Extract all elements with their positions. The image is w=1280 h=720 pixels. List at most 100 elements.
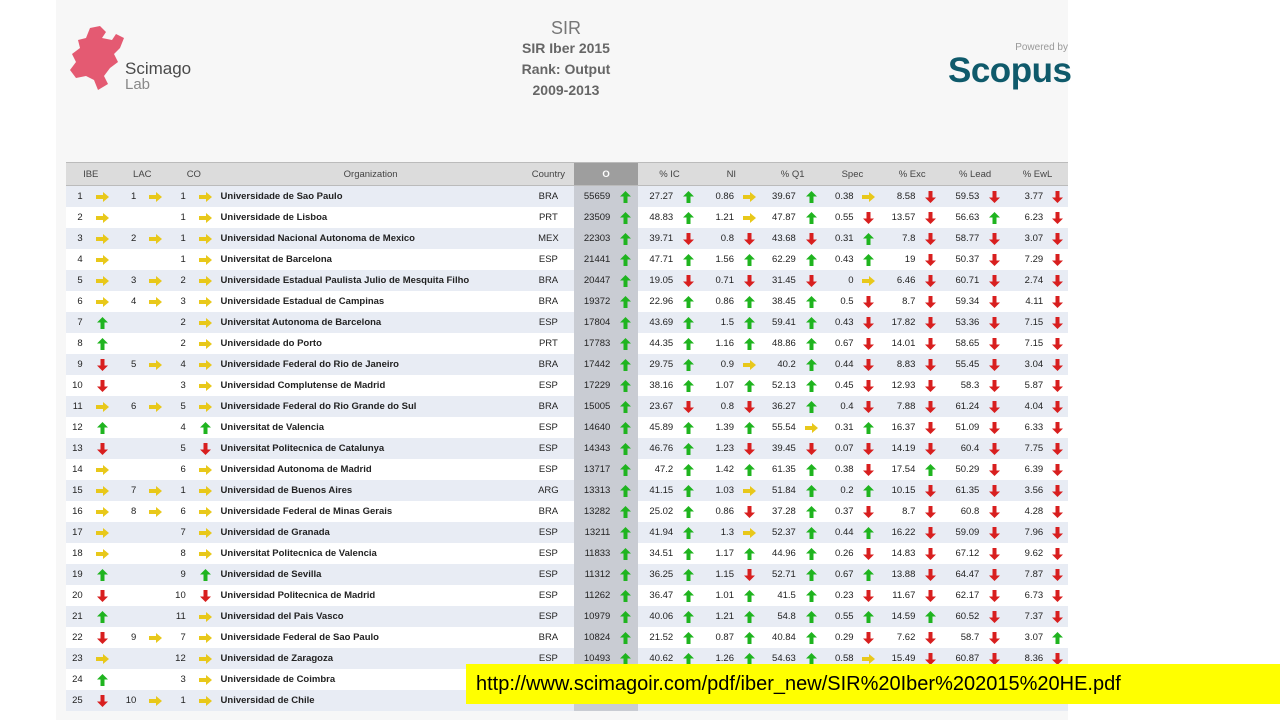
rank-co: 1 [169,480,192,501]
organization-name[interactable]: Universitat de Valencia [218,417,523,438]
organization-name[interactable]: Universidade Federal de Sao Paulo [218,627,523,648]
value-lead: 60.8 [943,501,983,522]
source-url-banner[interactable]: http://www.scimagoir.com/pdf/iber_new/SI… [466,664,1280,704]
value-ni: 0.8 [700,228,737,249]
table-row[interactable]: 20 10 Universidad Politecnica de Madrid ESP… [66,585,1068,606]
organization-name[interactable]: Universidade do Porto [218,333,523,354]
down-arrow-icon [982,543,1008,564]
table-row[interactable]: 9 5 4 Universidade Federal do Rio de Janeir… [66,354,1068,375]
down-arrow-icon [918,396,944,417]
organization-name[interactable]: Universidade Federal do Rio de Janeiro [218,354,523,375]
same-arrow-icon [142,480,170,501]
col-ic[interactable]: % IC [638,162,701,186]
table-row[interactable]: 7 2 Universitat Autonoma de Barcelona ESP 17… [66,312,1068,333]
organization-name[interactable]: Universidade Federal de Minas Gerais [218,501,523,522]
table-row[interactable]: 18 8 Universitat Politecnica de Valencia ES… [66,543,1068,564]
value-spec: 0.38 [823,185,857,207]
col-organization[interactable]: Organization [218,162,523,186]
table-row[interactable]: 4 1 Universitat de Barcelona ESP 21441 47.71 1… [66,249,1068,270]
organization-name[interactable]: Universidad Autonoma de Madrid [218,459,523,480]
value-spec: 0.07 [823,438,857,459]
table-row[interactable]: 19 9 Universidad de Sevilla ESP 11312 36.25 1.… [66,564,1068,585]
value-q1: 51.84 [761,480,799,501]
value-ewl: 6.33 [1007,417,1047,438]
value-o: 55659 [574,185,614,207]
organization-name[interactable]: Universidade Estadual de Campinas [218,291,523,312]
table-row[interactable]: 10 3 Universidad Complutense de Madrid ESP 1… [66,375,1068,396]
table-row[interactable]: 21 11 Universidad del Pais Vasco ESP 10979 40… [66,606,1068,627]
organization-name[interactable]: Universitat Politecnica de Valencia [218,543,523,564]
up-arrow-icon [798,396,824,417]
table-row[interactable]: 16 8 6 Universidade Federal de Minas Gerais… [66,501,1068,522]
up-arrow-icon [191,417,219,438]
up-arrow-icon [676,249,701,270]
table-row[interactable]: 2 1 Universidade de Lisboa PRT 23509 48.83 1.2… [66,207,1068,228]
empty-cell [142,606,170,627]
value-ni: 1.42 [700,459,737,480]
organization-name[interactable]: Universitat Politecnica de Catalunya [218,438,523,459]
up-arrow-icon [798,585,824,606]
rank-lac: 10 [115,690,143,711]
col-lead[interactable]: % Lead [943,162,1008,186]
up-arrow-icon [613,522,639,543]
organization-name[interactable]: Universidad de Buenos Aires [218,480,523,501]
value-lead: 60.4 [943,438,983,459]
col-country[interactable]: Country [522,162,575,186]
up-arrow-icon [736,333,762,354]
organization-name[interactable]: Universitat Autonoma de Barcelona [218,312,523,333]
table-row[interactable]: 6 4 3 Universidade Estadual de Campinas BRA 1… [66,291,1068,312]
value-ic: 40.06 [638,606,677,627]
organization-name[interactable]: Universidade Estadual Paulista Julio de … [218,270,523,291]
table-row[interactable]: 14 6 Universidad Autonoma de Madrid ESP 1371… [66,459,1068,480]
value-q1: 55.54 [761,417,799,438]
value-exc: 17.54 [881,459,919,480]
organization-name[interactable]: Universidad Complutense de Madrid [218,375,523,396]
table-row[interactable]: 15 7 1 Universidad de Buenos Aires ARG 13313 4… [66,480,1068,501]
value-ic: 36.25 [638,564,677,585]
down-arrow-icon [1046,291,1068,312]
value-ni: 1.17 [700,543,737,564]
col-ewl[interactable]: % EwL [1007,162,1068,186]
down-arrow-icon [918,543,944,564]
organization-name[interactable]: Universidad Politecnica de Madrid [218,585,523,606]
organization-name[interactable]: Universidad de Granada [218,522,523,543]
organization-name[interactable]: Universidad Nacional Autonoma de Mexico [218,228,523,249]
organization-name[interactable]: Universitat de Barcelona [218,249,523,270]
col-exc[interactable]: % Exc [881,162,944,186]
col-co[interactable]: CO [169,162,219,186]
table-row[interactable]: 11 6 5 Universidade Federal do Rio Grande d… [66,396,1068,417]
table-row[interactable]: 3 2 1 Universidad Nacional Autonoma de Mexi… [66,228,1068,249]
down-arrow-icon [856,585,882,606]
col-ibe[interactable]: IBE [66,162,116,186]
value-spec: 0.2 [823,480,857,501]
table-row[interactable]: 12 4 Universitat de Valencia ESP 14640 45.89 1… [66,417,1068,438]
table-row[interactable]: 17 7 Universidad de Granada ESP 13211 41.94 1.… [66,522,1068,543]
organization-name[interactable]: Universidade de Lisboa [218,207,523,228]
down-arrow-icon [88,438,116,459]
down-arrow-icon [856,354,882,375]
down-arrow-icon [736,396,762,417]
table-row[interactable]: 13 5 Universitat Politecnica de Catalunya E… [66,438,1068,459]
col-spec[interactable]: Spec [823,162,882,186]
same-arrow-icon [88,228,116,249]
down-arrow-icon [918,438,944,459]
organization-name[interactable]: Universidad de Sevilla [218,564,523,585]
value-o: 14640 [574,417,614,438]
value-exc: 16.37 [881,417,919,438]
organization-name[interactable]: Universidade de Sao Paulo [218,185,523,207]
up-arrow-icon [613,375,639,396]
value-q1: 40.2 [761,354,799,375]
col-output[interactable]: O [574,162,639,186]
organization-name[interactable]: Universidade Federal do Rio Grande do Su… [218,396,523,417]
table-row[interactable]: 5 3 2 Universidade Estadual Paulista Julio … [66,270,1068,291]
value-q1: 61.35 [761,459,799,480]
organization-name[interactable]: Universidad del Pais Vasco [218,606,523,627]
col-lac[interactable]: LAC [115,162,170,186]
scimago-brand: Scimago [125,59,192,78]
table-row[interactable]: 1 1 1 Universidade de Sao Paulo BRA 55659 27.2… [66,185,1068,207]
table-row[interactable]: 8 2 Universidade do Porto PRT 17783 44.35 1.16… [66,333,1068,354]
table-row[interactable]: 22 9 7 Universidade Federal de Sao Paulo BRA… [66,627,1068,648]
col-q1[interactable]: % Q1 [761,162,824,186]
col-ni[interactable]: NI [700,162,762,186]
up-arrow-icon [613,185,639,207]
